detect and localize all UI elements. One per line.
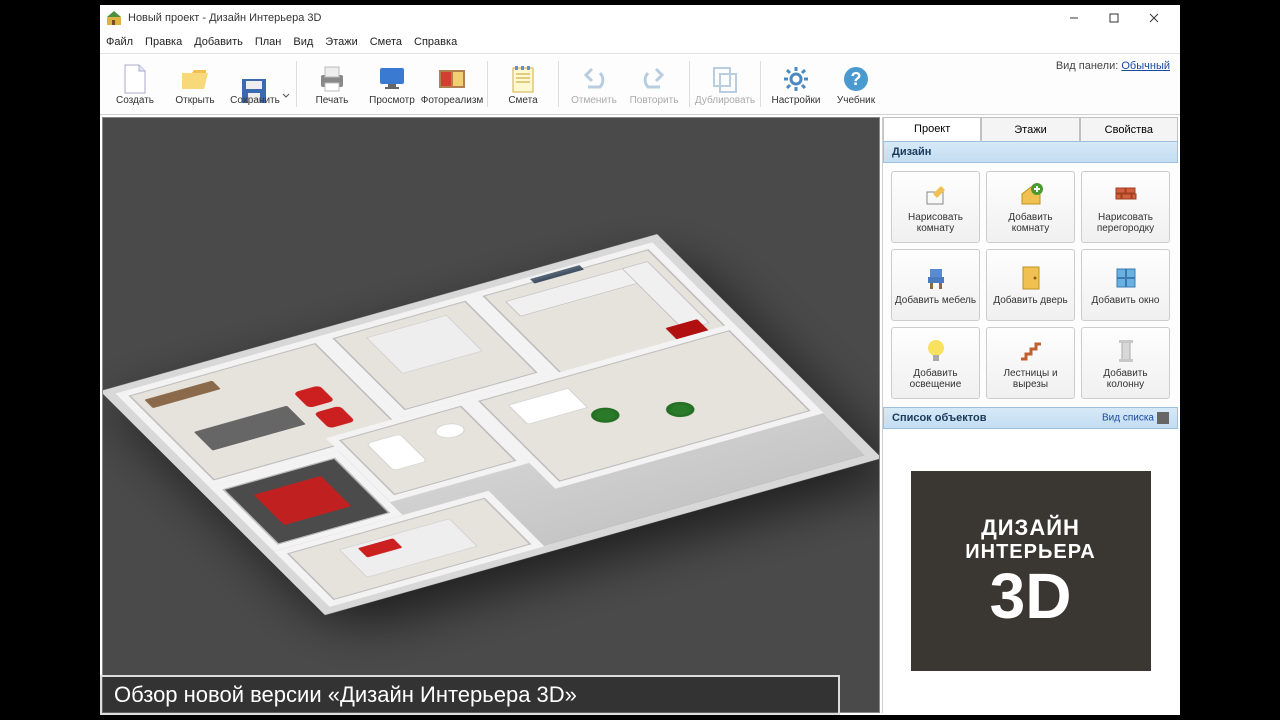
bulb-icon <box>922 337 950 365</box>
draw-room-button[interactable]: Нарисовать комнату <box>891 171 980 243</box>
new-file-icon <box>119 63 151 95</box>
app-window: Новый проект - Дизайн Интерьера 3D Файл … <box>100 5 1180 715</box>
add-column-button[interactable]: Добавить колонну <box>1081 327 1170 399</box>
design-section-head: Дизайн <box>883 141 1178 163</box>
add-furniture-button[interactable]: Добавить мебель <box>891 249 980 321</box>
column-icon <box>1112 337 1140 365</box>
floppy-icon <box>239 63 271 95</box>
minimize-button[interactable] <box>1054 5 1094 31</box>
door-icon <box>1017 264 1045 292</box>
pencil-room-icon <box>922 181 950 209</box>
menu-view[interactable]: Вид <box>293 36 313 48</box>
render-button[interactable]: Фотореализм <box>423 56 481 112</box>
right-tabs: Проект Этажи Свойства <box>883 117 1178 141</box>
menu-file[interactable]: Файл <box>106 36 133 48</box>
toolbar: Создать Открыть Сохранить Печать Просмот… <box>100 53 1180 115</box>
promo-logo: ДИЗАЙН ИНТЕРЬЕРА 3D <box>911 471 1151 671</box>
estimate-button[interactable]: Смета <box>494 56 552 112</box>
menu-plan[interactable]: План <box>255 36 282 48</box>
window-icon <box>1112 264 1140 292</box>
settings-button[interactable]: Настройки <box>767 56 825 112</box>
redo-icon <box>638 63 670 95</box>
create-button[interactable]: Создать <box>106 56 164 112</box>
notepad-icon <box>507 63 539 95</box>
printer-icon <box>316 63 348 95</box>
menu-edit[interactable]: Правка <box>145 36 182 48</box>
add-window-button[interactable]: Добавить окно <box>1081 249 1170 321</box>
promo-area: ДИЗАЙН ИНТЕРЬЕРА 3D <box>883 429 1178 713</box>
duplicate-icon <box>709 63 741 95</box>
menu-help[interactable]: Справка <box>414 36 457 48</box>
brick-wall-icon <box>1112 181 1140 209</box>
draw-wall-button[interactable]: Нарисовать перегородку <box>1081 171 1170 243</box>
app-icon <box>106 10 122 26</box>
chair-icon <box>922 264 950 292</box>
close-button[interactable] <box>1134 5 1174 31</box>
print-button[interactable]: Печать <box>303 56 361 112</box>
object-list-head: Список объектов Вид списка <box>883 407 1178 429</box>
redo-button[interactable]: Повторить <box>625 56 683 112</box>
grid-view-icon <box>1157 412 1169 424</box>
window-title: Новый проект - Дизайн Интерьера 3D <box>128 12 321 24</box>
svg-text:?: ? <box>851 69 862 89</box>
menu-floors[interactable]: Этажи <box>325 36 357 48</box>
3d-viewport[interactable] <box>102 117 880 713</box>
open-button[interactable]: Открыть <box>166 56 224 112</box>
gear-icon <box>780 63 812 95</box>
chevron-down-icon[interactable] <box>282 92 290 100</box>
add-light-button[interactable]: Добавить освещение <box>891 327 980 399</box>
titlebar: Новый проект - Дизайн Интерьера 3D <box>100 5 1180 31</box>
save-button[interactable]: Сохранить <box>226 56 284 112</box>
maximize-button[interactable] <box>1094 5 1134 31</box>
help-button[interactable]: ? Учебник <box>827 56 885 112</box>
help-icon: ? <box>840 63 872 95</box>
undo-icon <box>578 63 610 95</box>
main-area: Проект Этажи Свойства Дизайн Нарисовать … <box>100 115 1180 715</box>
add-room-button[interactable]: Добавить комнату <box>986 171 1075 243</box>
monitor-icon <box>376 63 408 95</box>
list-view-toggle[interactable]: Вид списка <box>1102 412 1169 424</box>
duplicate-button[interactable]: Дублировать <box>696 56 754 112</box>
tab-floors[interactable]: Этажи <box>981 117 1079 141</box>
panel-type-selector: Вид панели: Обычный <box>1056 60 1170 72</box>
menu-add[interactable]: Добавить <box>194 36 243 48</box>
right-panel: Проект Этажи Свойства Дизайн Нарисовать … <box>882 117 1178 713</box>
menubar: Файл Правка Добавить План Вид Этажи Смет… <box>100 31 1180 53</box>
render-icon <box>436 63 468 95</box>
folder-open-icon <box>179 63 211 95</box>
panel-type-link[interactable]: Обычный <box>1121 60 1170 72</box>
add-door-button[interactable]: Добавить дверь <box>986 249 1075 321</box>
add-room-icon <box>1017 181 1045 209</box>
stairs-icon <box>1017 337 1045 365</box>
video-caption: Обзор новой версии «Дизайн Интерьера 3D» <box>100 675 840 715</box>
undo-button[interactable]: Отменить <box>565 56 623 112</box>
tab-project[interactable]: Проект <box>883 117 981 141</box>
stairs-button[interactable]: Лестницы и вырезы <box>986 327 1075 399</box>
preview-button[interactable]: Просмотр <box>363 56 421 112</box>
tab-properties[interactable]: Свойства <box>1080 117 1178 141</box>
menu-estimate[interactable]: Смета <box>370 36 402 48</box>
design-buttons: Нарисовать комнату Добавить комнату Нари… <box>883 163 1178 407</box>
